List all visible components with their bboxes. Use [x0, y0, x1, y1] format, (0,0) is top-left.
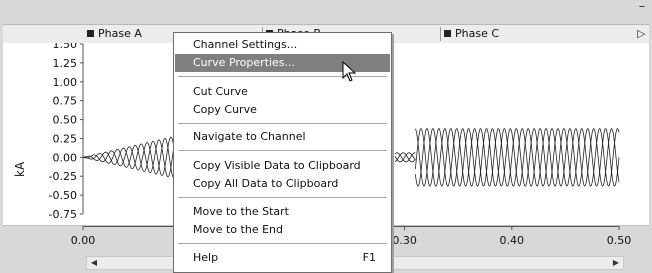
menu-item-shortcut: F1	[362, 251, 376, 264]
legend-divider	[440, 27, 441, 41]
menu-item-channel-settings[interactable]: Channel Settings...	[175, 36, 390, 54]
mouse-pointer-icon	[342, 61, 357, 82]
menu-item-copy-all-data[interactable]: Copy All Data to Clipboard	[175, 175, 390, 193]
y-tick-label: 1.50	[53, 43, 78, 51]
y-tick-label: -0.50	[49, 189, 77, 202]
y-tick-label: 1.00	[53, 76, 78, 89]
menu-item-move-to-end[interactable]: Move to the End	[175, 221, 390, 239]
legend-label: Phase A	[98, 27, 142, 40]
menu-separator	[178, 197, 387, 198]
x-tick-label: 0.30	[392, 234, 417, 247]
menu-item-move-to-start[interactable]: Move to the Start	[175, 203, 390, 221]
scroll-right-icon[interactable]: ▶	[610, 257, 622, 269]
legend-label: Phase C	[455, 27, 500, 40]
legend-swatch-icon	[444, 30, 451, 37]
menu-item-label: Help	[193, 251, 219, 264]
menu-item-label: Navigate to Channel	[193, 130, 306, 143]
x-tick-label: 0.40	[500, 234, 525, 247]
x-tick-label: 0.00	[71, 234, 96, 247]
scroll-left-icon[interactable]: ◀	[88, 257, 100, 269]
menu-item-label: Copy All Data to Clipboard	[193, 177, 339, 190]
menu-item-label: Copy Curve	[193, 103, 257, 116]
menu-item-label: Curve Properties...	[193, 56, 296, 69]
x-tick-label: 0.50	[607, 234, 632, 247]
menu-separator	[178, 123, 387, 124]
y-tick-label: 0.50	[53, 114, 78, 127]
menu-item-label: Cut Curve	[193, 85, 248, 98]
menu-separator	[178, 150, 387, 151]
menu-item-label: Channel Settings...	[193, 38, 298, 51]
legend-swatch-icon	[87, 30, 94, 37]
y-tick-label: -0.75	[49, 208, 77, 221]
legend-scroll-right-icon[interactable]: ▷	[637, 25, 645, 43]
legend-item-phase-c[interactable]: Phase C	[444, 26, 499, 42]
legend-item-phase-a[interactable]: Phase A	[87, 26, 142, 42]
y-tick-label: -0.25	[49, 170, 77, 183]
series-line-2	[414, 128, 620, 187]
y-axis-label: kA	[13, 161, 27, 177]
menu-item-help[interactable]: Help F1	[175, 249, 390, 267]
menu-item-label: Move to the End	[193, 223, 283, 236]
menu-item-navigate-to-channel[interactable]: Navigate to Channel	[175, 128, 390, 146]
y-tick-label: 1.25	[53, 57, 78, 70]
series-line-3	[82, 136, 183, 179]
menu-item-label: Move to the Start	[193, 205, 289, 218]
minimize-icon[interactable]: –	[636, 0, 648, 14]
menu-separator	[178, 243, 387, 244]
y-axis: 1.50 1.25 1.00 0.75 0.50 0.25 0.00 -0.25 -0.50 -0…	[49, 43, 84, 221]
y-tick-label: 0.25	[53, 132, 78, 145]
y-tick-label: 0.00	[53, 151, 78, 164]
y-tick-label: 0.75	[53, 95, 78, 108]
context-menu: Channel Settings... Curve Properties... …	[173, 32, 392, 273]
menu-item-label: Copy Visible Data to Clipboard	[193, 159, 361, 172]
menu-item-copy-curve[interactable]: Copy Curve	[175, 101, 390, 119]
menu-item-cut-curve[interactable]: Cut Curve	[175, 83, 390, 101]
menu-item-copy-visible-data[interactable]: Copy Visible Data to Clipboard	[175, 157, 390, 175]
